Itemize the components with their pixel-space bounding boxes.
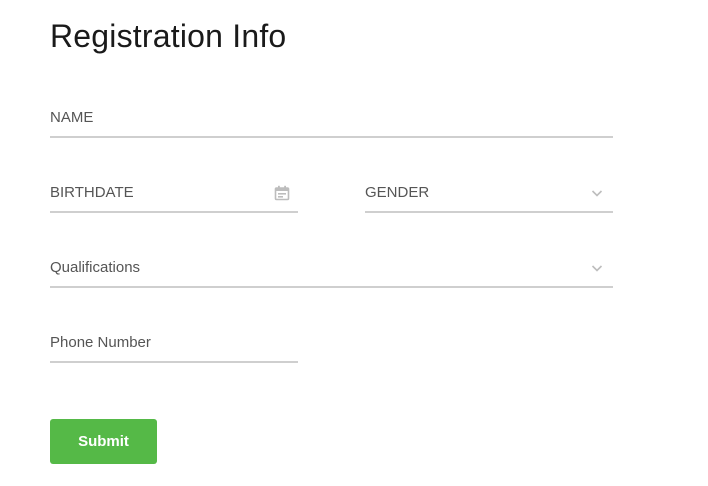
phone-number-label: Phone Number <box>50 334 151 351</box>
gender-label: GENDER <box>365 184 430 201</box>
qualifications-label: Qualifications <box>50 259 141 276</box>
name-label: NAME <box>50 109 94 126</box>
birthdate-field[interactable]: BIRTHDATE <box>50 173 298 213</box>
gender-select[interactable]: GENDER <box>365 173 613 213</box>
phone-number-field[interactable]: Phone Number <box>50 323 298 363</box>
submit-button[interactable]: Submit <box>50 419 157 464</box>
qualifications-select[interactable]: Qualifications <box>50 248 613 288</box>
chevron-down-icon <box>589 260 605 276</box>
page-title: Registration Info <box>50 18 287 54</box>
calendar-icon[interactable] <box>274 185 290 201</box>
chevron-down-icon <box>589 185 605 201</box>
name-field[interactable]: NAME <box>50 98 613 138</box>
birthdate-label: BIRTHDATE <box>50 184 134 201</box>
